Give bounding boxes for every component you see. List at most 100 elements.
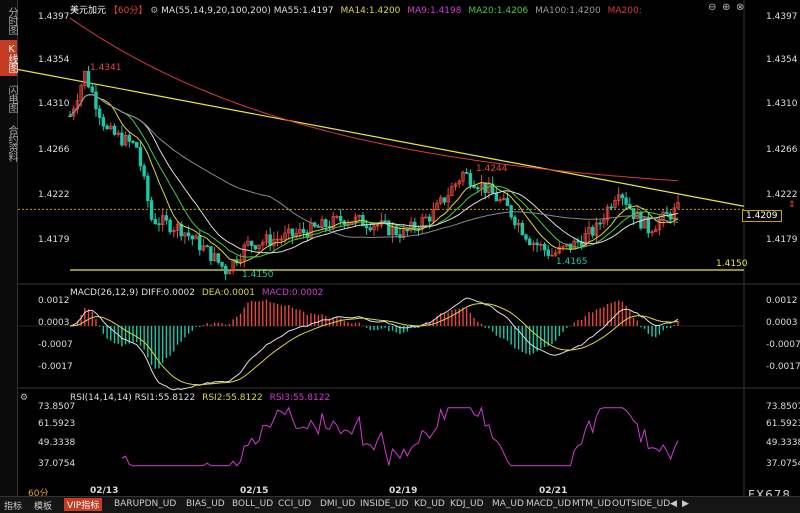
rsi-tick-left: 73.8507 [38, 402, 76, 412]
tab-indicator[interactable]: 指标 [4, 499, 22, 512]
candle-body [90, 86, 94, 93]
ma200-value: MA200: [607, 6, 642, 16]
candle-body [468, 173, 473, 186]
scroll-right-icon[interactable]: ▶ [682, 499, 689, 509]
low-label: 1.4150 [242, 270, 274, 280]
macd-legend: MACD(26,12,9) DIFF:0.0002 DEA:0.0001 MAC… [70, 288, 323, 298]
rsi-line [121, 406, 679, 467]
candle-body [646, 217, 651, 234]
macd-tick-left: -0.0017 [38, 362, 73, 372]
tab-vip[interactable]: VIP指标 [64, 498, 103, 511]
candle-body [639, 211, 643, 229]
candle-body [168, 219, 172, 233]
macd-tick-left: 0.0012 [38, 296, 70, 306]
candle-body [149, 200, 154, 220]
candle-body [157, 223, 161, 226]
macd-tick: 0.0012 [766, 296, 798, 306]
price-tick-left: 1.4266 [38, 145, 70, 155]
sidebar-tab-timeshare[interactable]: 分时图 [0, 2, 17, 38]
candle-body [105, 125, 109, 130]
ma200-line [69, 17, 679, 182]
macd-value: MACD:0.0002 [261, 288, 324, 298]
minus-icon[interactable]: ⊖ [708, 2, 716, 13]
rsi-tick-left: 49.3338 [38, 438, 76, 448]
candle-body [146, 175, 150, 202]
candle-body [427, 216, 432, 222]
sidebar-tab-kline[interactable]: K线图 [0, 40, 17, 76]
candle-body [546, 249, 550, 256]
tab-barupdn[interactable]: BARUPDN_UD [114, 499, 176, 509]
candle-body [324, 219, 328, 228]
sidebar-tab-contract[interactable]: 合约资料 [0, 120, 17, 166]
price-tick: 1.4310 [766, 99, 798, 109]
settings-icon[interactable]: ⚙ [150, 6, 158, 16]
tab-dmi[interactable]: DMI_UD [320, 499, 355, 509]
candle-body [190, 235, 195, 240]
candle-body [135, 142, 139, 148]
tab-kd[interactable]: KD_UD [414, 499, 445, 509]
candle-body [249, 240, 254, 246]
tab-mtm[interactable]: MTM_UD [572, 499, 611, 509]
macd-tick: 0.0003 [766, 318, 798, 328]
expand-icon[interactable]: ⇕ [788, 200, 796, 210]
date-label: 02/13 [90, 486, 119, 496]
candle-body [542, 243, 547, 251]
period-label[interactable]: 【60分】 [109, 6, 147, 16]
plus-icon[interactable]: ⊕ [722, 2, 730, 13]
tab-kdj[interactable]: KDJ_UD [450, 499, 484, 509]
macd-tick: -0.0007 [766, 340, 800, 350]
rsi-tick: 73.8507 [766, 402, 800, 412]
candle-body [624, 197, 628, 205]
price-tick: 1.4397 [766, 12, 798, 22]
ma20-value: MA20:1.4206 [468, 6, 529, 16]
candle-body [505, 198, 510, 207]
tab-template[interactable]: 模板 [34, 499, 52, 512]
rsi-tick: 49.3338 [766, 438, 800, 448]
candle-body [405, 229, 410, 232]
diff-line [69, 297, 679, 391]
support-label: 1.4150 [716, 259, 748, 269]
candle-body [524, 234, 528, 240]
candle-body [127, 134, 132, 142]
macd-tick-left: -0.0007 [38, 340, 73, 350]
candle-body [153, 218, 157, 225]
candle-body [216, 253, 220, 263]
candle-body [205, 245, 209, 248]
tab-boll[interactable]: BOLL_UD [232, 499, 273, 509]
candle-body [494, 193, 499, 202]
price-tick-left: 1.4310 [38, 99, 70, 109]
price-tick: 1.4179 [766, 235, 798, 245]
chart-area[interactable]: 美元加元 【60分】 ⚙ MA(55,14,9,20,100,200) MA55… [18, 0, 800, 502]
candle-body [620, 194, 625, 199]
candle-body [164, 215, 169, 221]
candle-body [112, 125, 117, 135]
candle-body [97, 108, 102, 118]
tab-cci[interactable]: CCI_UD [278, 499, 311, 509]
macd-tick-left: 0.0003 [38, 318, 70, 328]
tab-outside[interactable]: OUTSIDE_UD [612, 499, 670, 509]
ma100-value: MA100:1.4200 [535, 6, 601, 16]
rsi-title: RSI(14,14,14) [70, 393, 132, 403]
rsi-settings-icon[interactable]: ⚙ [20, 393, 28, 403]
left-sidebar: 分时图 K线图 闪电图 合约资料 [0, 0, 18, 496]
tab-bias[interactable]: BIAS_UD [186, 499, 225, 509]
high-label: 1.4341 [90, 63, 122, 73]
ma55-value: MA55:1.4197 [273, 6, 334, 16]
scroll-left-icon[interactable]: ◀ [670, 499, 677, 509]
candle-body [338, 215, 343, 222]
tab-inside[interactable]: INSIDE_UD [360, 499, 408, 509]
candle-body [120, 132, 124, 146]
tab-macd[interactable]: MACD_UD [526, 499, 571, 509]
candle-body [665, 211, 669, 215]
tab-ma[interactable]: MA_UD [492, 499, 524, 509]
candle-body [268, 234, 272, 246]
low-label-2: 1.4165 [556, 257, 588, 267]
candle-body [520, 222, 524, 236]
sidebar-tab-flash[interactable]: 闪电图 [0, 80, 17, 116]
candle-body [442, 197, 447, 203]
macd-title: MACD(26,12,9) [70, 288, 139, 298]
ma14-value: MA14:1.4200 [340, 6, 401, 16]
close-icon[interactable]: ⊗ [736, 2, 744, 13]
chart-svg[interactable] [18, 0, 800, 496]
candle-body [383, 220, 387, 223]
